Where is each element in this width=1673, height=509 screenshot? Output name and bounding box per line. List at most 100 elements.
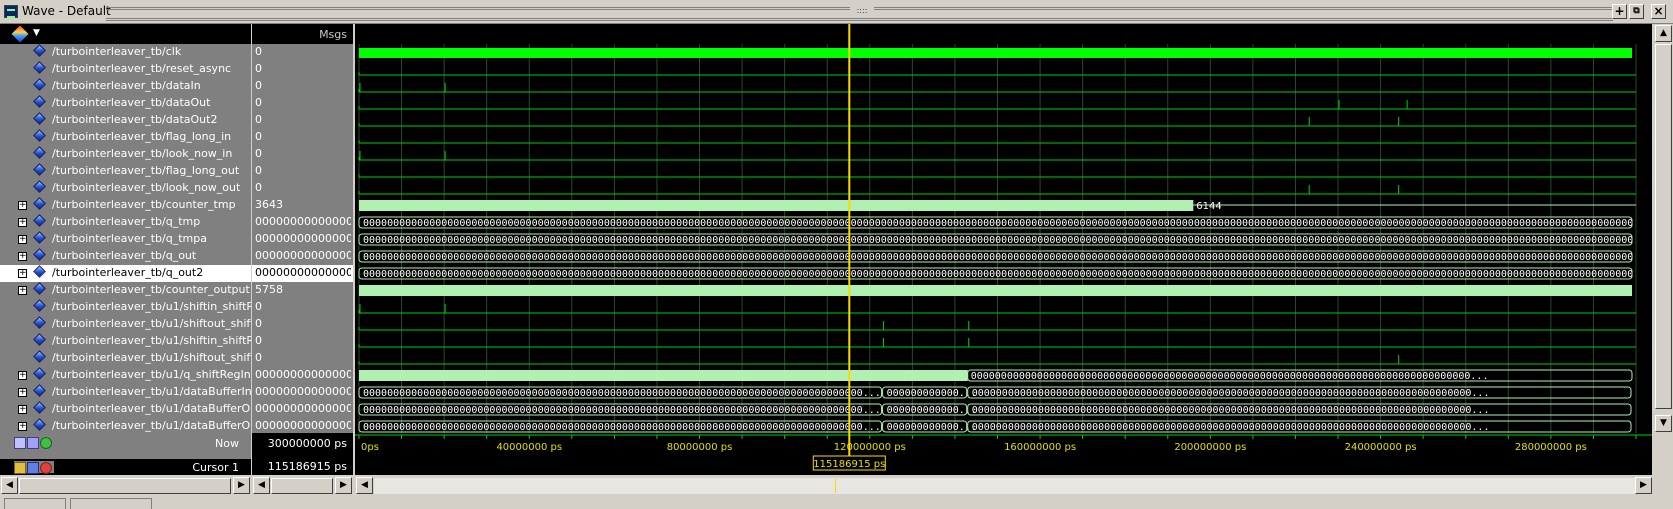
tab-2[interactable]: [70, 498, 152, 509]
value-row[interactable]: 00000000000000...: [252, 265, 353, 282]
waveform-pane[interactable]: 6144 000000000000000000000000000000000000…: [355, 24, 1652, 433]
vertical-scrollbar[interactable]: ▲ ▼: [1654, 24, 1673, 433]
signal-value-pane[interactable]: Msgs 000000000364300000000000000...00000…: [252, 24, 353, 433]
scroll-right-icon[interactable]: ▶: [233, 477, 250, 494]
signal-row[interactable]: /turbointerleaver_tb/u1/shiftin_shiftR..…: [0, 333, 251, 350]
scroll-left-icon[interactable]: ◀: [356, 477, 373, 494]
signal-row[interactable]: /turbointerleaver_tb/u1/shiftin_shiftR..…: [0, 299, 251, 316]
now-icons[interactable]: [14, 437, 52, 449]
signal-row[interactable]: /turbointerleaver_tb/look_now_in: [0, 146, 251, 163]
value-row[interactable]: 0: [252, 129, 353, 146]
signal-row[interactable]: + /turbointerleaver_tb/counter_tmp: [0, 197, 251, 214]
vertical-scroll-thumb[interactable]: [1655, 44, 1672, 409]
value-row[interactable]: 5758: [252, 282, 353, 299]
expand-icon[interactable]: +: [18, 269, 27, 278]
expand-icon[interactable]: +: [18, 235, 27, 244]
titlebar-grip-handle-icon[interactable]: ::::: [850, 6, 874, 16]
expand-icon[interactable]: +: [18, 286, 27, 295]
signal-row[interactable]: /turbointerleaver_tb/dataIn: [0, 78, 251, 95]
scroll-up-icon[interactable]: ▲: [1655, 25, 1672, 42]
value-row[interactable]: 0: [252, 146, 353, 163]
signal-row[interactable]: /turbointerleaver_tb/look_now_out: [0, 180, 251, 197]
waveform-canvas[interactable]: 6144 000000000000000000000000000000000000…: [355, 24, 1652, 433]
value-pane-hscroll[interactable]: ◀ ▶: [252, 477, 353, 495]
signal-row[interactable]: + /turbointerleaver_tb/u1/dataBufferOut: [0, 401, 251, 418]
signal-row[interactable]: /turbointerleaver_tb/reset_async: [0, 61, 251, 78]
signal-row[interactable]: + /turbointerleaver_tb/u1/dataBufferOut2: [0, 418, 251, 433]
value-row[interactable]: 0: [252, 78, 353, 95]
value-row[interactable]: 0: [252, 44, 353, 61]
scroll-right-icon[interactable]: ▶: [1635, 477, 1652, 494]
value-row[interactable]: 00000000000000...: [252, 214, 353, 231]
time-axis-canvas[interactable]: 0ps 40000000 ps 80000000 ps 120000000 ps 160…: [355, 433, 1652, 475]
value-row[interactable]: 0: [252, 61, 353, 78]
bus-value-label: 000000000000...: [887, 405, 977, 416]
signal-type-icon[interactable]: [11, 25, 29, 43]
expand-icon[interactable]: +: [18, 371, 27, 380]
signal-row[interactable]: + /turbointerleaver_tb/u1/dataBufferIn: [0, 384, 251, 401]
signal-name: /turbointerleaver_tb/u1/shiftout_shift..…: [52, 351, 251, 364]
expand-icon[interactable]: +: [18, 422, 27, 431]
signal-value: 0: [255, 45, 262, 58]
signal-row[interactable]: /turbointerleaver_tb/clk: [0, 44, 251, 61]
tab-1[interactable]: [4, 498, 66, 509]
cursor-icons[interactable]: [14, 461, 54, 474]
signal-row[interactable]: + /turbointerleaver_tb/q_out: [0, 248, 251, 265]
value-row[interactable]: 00000000000000...: [252, 367, 353, 384]
chevron-down-icon[interactable]: ▼: [33, 28, 40, 38]
pen-icon[interactable]: [27, 462, 39, 474]
signal-name: /turbointerleaver_tb/u1/dataBufferOut2: [52, 419, 251, 432]
scroll-left-icon[interactable]: ◀: [253, 477, 270, 494]
add-cursor-icon[interactable]: [14, 437, 26, 449]
wave-pane-hscroll[interactable]: ◀ ▶: [355, 477, 1673, 495]
signal-name-pane[interactable]: ▼ /turbointerleaver_tb/clk/turbointerlea…: [0, 24, 251, 433]
expand-icon[interactable]: +: [18, 405, 27, 414]
lock-icon[interactable]: [14, 462, 26, 474]
green-add-icon[interactable]: [40, 437, 52, 449]
value-row[interactable]: 0: [252, 95, 353, 112]
value-row[interactable]: 0: [252, 333, 353, 350]
signal-row[interactable]: /turbointerleaver_tb/flag_long_out: [0, 163, 251, 180]
expand-icon[interactable]: +: [18, 201, 27, 210]
name-pane-hscroll[interactable]: ◀ ▶: [0, 477, 251, 495]
wave-hscroll-track[interactable]: [374, 478, 1652, 494]
time-axis[interactable]: 0ps 40000000 ps 80000000 ps 120000000 ps 160…: [355, 433, 1652, 475]
value-row[interactable]: 0: [252, 350, 353, 367]
signal-row[interactable]: + /turbointerleaver_tb/q_tmpa: [0, 231, 251, 248]
value-row[interactable]: 0: [252, 299, 353, 316]
name-hscroll-thumb[interactable]: [19, 478, 231, 494]
value-row[interactable]: 3643: [252, 197, 353, 214]
signal-row[interactable]: /turbointerleaver_tb/u1/shiftout_shift..…: [0, 316, 251, 333]
value-row[interactable]: 00000000000000...: [252, 418, 353, 433]
scroll-left-icon[interactable]: ◀: [1, 477, 18, 494]
value-row[interactable]: 0: [252, 180, 353, 197]
undock-button[interactable]: ⧉: [1629, 4, 1644, 19]
value-row[interactable]: 00000000000000...: [252, 231, 353, 248]
value-row[interactable]: 0: [252, 316, 353, 333]
signal-row[interactable]: /turbointerleaver_tb/flag_long_in: [0, 129, 251, 146]
signal-row[interactable]: /turbointerleaver_tb/dataOut2: [0, 112, 251, 129]
dock-button[interactable]: +: [1612, 4, 1627, 19]
signal-row[interactable]: + /turbointerleaver_tb/q_out2: [0, 265, 251, 282]
close-button[interactable]: ×: [1651, 4, 1666, 19]
value-row[interactable]: 0: [252, 163, 353, 180]
value-row[interactable]: 0: [252, 112, 353, 129]
signal-row[interactable]: + /turbointerleaver_tb/u1/q_shiftRegIn: [0, 367, 251, 384]
scroll-right-icon[interactable]: ▶: [335, 477, 352, 494]
signal-row[interactable]: + /turbointerleaver_tb/counter_output: [0, 282, 251, 299]
signal-name: /turbointerleaver_tb/u1/shiftin_shiftR..…: [52, 300, 251, 313]
value-hscroll-thumb[interactable]: [271, 478, 333, 494]
signal-name: /turbointerleaver_tb/counter_output: [52, 283, 250, 296]
value-row[interactable]: 00000000000000...: [252, 248, 353, 265]
value-row[interactable]: 00000000000000...: [252, 384, 353, 401]
signal-row[interactable]: /turbointerleaver_tb/u1/shiftout_shift..…: [0, 350, 251, 367]
expand-icon[interactable]: +: [18, 388, 27, 397]
delete-cursor-icon[interactable]: [40, 462, 52, 474]
expand-icon[interactable]: +: [18, 252, 27, 261]
expand-icon[interactable]: +: [18, 218, 27, 227]
value-row[interactable]: 00000000000000...: [252, 401, 353, 418]
signal-row[interactable]: + /turbointerleaver_tb/q_tmp: [0, 214, 251, 231]
signal-row[interactable]: /turbointerleaver_tb/dataOut: [0, 95, 251, 112]
scroll-down-icon[interactable]: ▼: [1655, 415, 1672, 432]
lock-cursor-icon[interactable]: [27, 437, 39, 449]
